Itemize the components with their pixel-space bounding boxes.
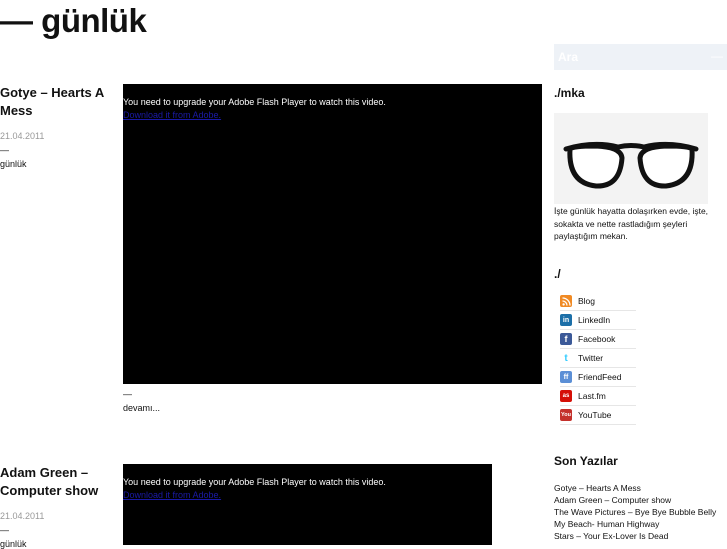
post-title: Gotye – Hearts A Mess	[0, 84, 110, 120]
social-link-label: Twitter	[578, 353, 604, 363]
lastfm-icon: as	[560, 390, 572, 402]
glasses-image	[554, 113, 708, 204]
flash-video-embed[interactable]: You need to upgrade your Adobe Flash Pla…	[123, 464, 492, 545]
search-toggle[interactable]: Ara —	[554, 44, 727, 70]
social-link-label: LinkedIn	[578, 315, 611, 325]
social-link-label: Last.fm	[578, 391, 606, 401]
download-flash-link[interactable]: Download it from Adobe.	[123, 490, 221, 500]
facebook-icon: f	[560, 333, 572, 345]
recent-posts-list: Gotye – Hearts A Mess Adam Green – Compu…	[554, 482, 727, 542]
recent-post-link[interactable]: Stars – Your Ex-Lover Is Dead	[554, 530, 727, 542]
post-title: Adam Green – Computer show	[0, 464, 110, 500]
recent-post-link[interactable]: The Wave Pictures – Bye Bye Bubble Belly	[554, 506, 727, 518]
download-flash-link[interactable]: Download it from Adobe.	[123, 110, 221, 120]
rss-icon	[560, 295, 572, 307]
post-title-link[interactable]: Adam Green – Computer show	[0, 465, 98, 498]
social-link-label: Blog	[578, 296, 596, 306]
post-title-link[interactable]: Gotye – Hearts A Mess	[0, 85, 104, 118]
social-links: Blog in LinkedIn f Facebook t Twitter ff…	[560, 292, 636, 425]
social-link-label: Facebook	[578, 334, 616, 344]
search-collapse-icon: —	[711, 49, 723, 63]
twitter-icon: t	[560, 352, 572, 364]
friendfeed-icon: ff	[560, 371, 572, 383]
social-link-linkedin[interactable]: in LinkedIn	[560, 311, 636, 330]
social-link-blog[interactable]: Blog	[560, 292, 636, 311]
post-date: 21.04.2011	[0, 511, 45, 521]
linkedin-icon: in	[560, 314, 572, 326]
recent-post-link[interactable]: Adam Green – Computer show	[554, 494, 727, 506]
post-category-link[interactable]: günlük	[0, 539, 27, 549]
flash-upgrade-message: You need to upgrade your Adobe Flash Pla…	[123, 477, 386, 487]
recent-post-link[interactable]: Gotye – Hearts A Mess	[554, 482, 727, 494]
site-title[interactable]: — günlük	[0, 2, 147, 40]
about-text: İşte günlük hayatta dolaşırken evde, işt…	[554, 206, 709, 241]
post-footer-separator: —	[123, 389, 132, 399]
youtube-icon: You	[560, 409, 572, 421]
social-link-label: YouTube	[578, 410, 612, 420]
about-heading: ./mka	[554, 86, 585, 100]
links-heading: ./	[554, 267, 561, 281]
read-more-link[interactable]: devamı...	[123, 403, 160, 413]
social-link-facebook[interactable]: f Facebook	[560, 330, 636, 349]
post-date: 21.04.2011	[0, 131, 45, 141]
post-separator: —	[0, 145, 9, 155]
post: Adam Green – Computer show 21.04.2011 — …	[0, 464, 545, 549]
social-link-youtube[interactable]: You YouTube	[560, 406, 636, 425]
post-separator: —	[0, 525, 9, 535]
flash-upgrade-message: You need to upgrade your Adobe Flash Pla…	[123, 97, 386, 107]
social-link-twitter[interactable]: t Twitter	[560, 349, 636, 368]
post-category-link[interactable]: günlük	[0, 159, 27, 169]
flash-video-embed[interactable]: You need to upgrade your Adobe Flash Pla…	[123, 84, 542, 384]
social-link-lastfm[interactable]: as Last.fm	[560, 387, 636, 406]
social-link-label: FriendFeed	[578, 372, 622, 382]
post: Gotye – Hearts A Mess 21.04.2011 — günlü…	[0, 84, 545, 424]
social-link-friendfeed[interactable]: ff FriendFeed	[560, 368, 636, 387]
recent-post-link[interactable]: My Beach- Human Highway	[554, 518, 727, 530]
recent-posts-heading: Son Yazılar	[554, 454, 618, 468]
search-label: Ara	[558, 50, 579, 64]
